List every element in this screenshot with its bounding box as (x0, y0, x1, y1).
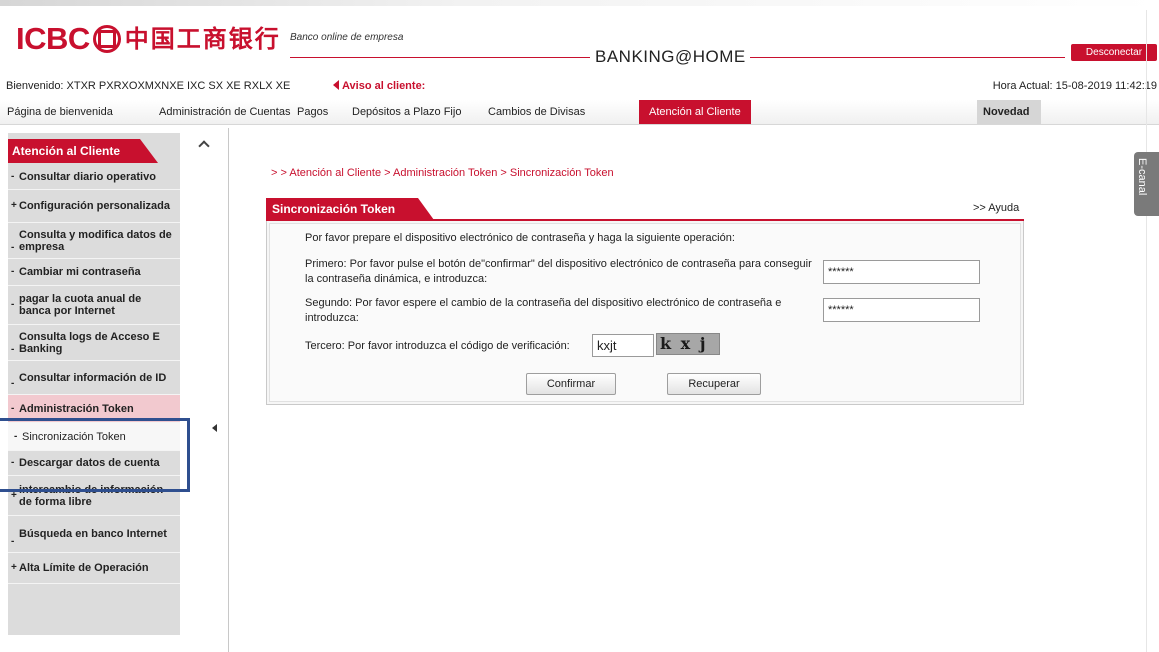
notice-arrow-icon (333, 80, 339, 90)
step1-text: Primero: Por favor pulse el botón de"con… (305, 258, 812, 285)
sidebar-toggle-arrow-icon[interactable] (212, 424, 217, 432)
sidebar-item-internet-bank-search[interactable]: - Búsqueda en banco Internet (8, 516, 180, 553)
sidebar-item-label: Cambiar mi contraseña (19, 266, 141, 278)
sidebar-item-label: Consulta y modifica datos de empresa (19, 228, 172, 253)
brand-divider-right (750, 57, 1065, 58)
sidebar-title: Atención al Cliente (8, 139, 158, 163)
step2-text: Segundo: Por favor espere el cambio de l… (305, 297, 782, 324)
help-link[interactable]: >> Ayuda (973, 202, 1019, 214)
confirm-button[interactable]: Confirmar (526, 373, 616, 395)
sidebar-item-label: Consultar diario operativo (19, 171, 156, 183)
sidebar-item-label: Configuración personalizada (19, 200, 170, 212)
novedad-tab[interactable]: Novedad (977, 100, 1041, 124)
sidebar-bullet: - (11, 299, 15, 310)
sidebar-item-annual-fee[interactable]: - pagar la cuota anual de banca por Inte… (8, 286, 180, 325)
sidebar-item-custom-settings[interactable]: + Configuración personalizada (8, 190, 180, 223)
nav-currency-exchange[interactable]: Cambios de Divisas (488, 100, 585, 124)
instructions-intro: Por favor prepare el dispositivo electró… (305, 232, 735, 244)
sidebar: Atención al Cliente - Consultar diario o… (8, 133, 180, 635)
nav-welcome-page[interactable]: Página de bienvenida (7, 100, 113, 124)
brand-divider-left (290, 57, 590, 58)
sidebar-header: Atención al Cliente (8, 133, 180, 163)
sidebar-menu: - Consultar diario operativo + Configura… (8, 165, 180, 584)
dynamic-password-field-1[interactable] (823, 260, 980, 284)
panel-title: Sincronización Token (266, 198, 434, 220)
highlight-box (0, 418, 190, 492)
welcome-text: Bienvenido: XTXR PXRXOXMXNXE IXC SX XE R… (6, 80, 291, 92)
recover-button[interactable]: Recuperar (667, 373, 761, 395)
e-canal-tab[interactable]: E-canal (1134, 152, 1159, 216)
sidebar-item-label: pagar la cuota anual de banca por Intern… (19, 293, 142, 317)
customer-notice-label: Aviso al cliente: (342, 80, 426, 92)
logo-chinese-name: 中国工商银行 (124, 25, 281, 53)
right-edge-frame (1146, 10, 1159, 652)
sidebar-item-operation-limit[interactable]: + Alta Límite de Operación (8, 553, 180, 584)
step3-text: Tercero: Por favor introduzca el código … (305, 340, 570, 352)
chevron-up-icon[interactable] (199, 141, 209, 149)
sidebar-item-id-information[interactable]: - Consultar información de ID (8, 361, 180, 395)
info-bar: Bienvenido: XTXR PXRXOXMXNXE IXC SX XE R… (0, 80, 1159, 96)
sidebar-item-company-data[interactable]: - Consulta y modifica datos de empresa (8, 223, 180, 259)
sidebar-item-label: Administración Token (19, 402, 134, 415)
top-stripe (0, 0, 1159, 6)
nav-payments[interactable]: Pagos (297, 100, 328, 124)
nav-account-administration[interactable]: Administración de Cuentas (159, 100, 290, 124)
sidebar-item-label: Alta Límite de Operación (19, 562, 149, 574)
header: ICBC 中国工商银行 Banco online de empresa BANK… (0, 0, 1159, 78)
logout-button[interactable]: Desconectar (1071, 44, 1157, 61)
expand-plus-icon: + (11, 200, 17, 211)
sidebar-bullet: - (11, 242, 15, 253)
verification-code-input[interactable] (592, 334, 654, 357)
captcha-image[interactable]: k x j t (656, 333, 720, 355)
current-time: Hora Actual: 15-08-2019 11:42:19 (992, 80, 1157, 92)
icbc-logo: ICBC 中国工商银行 (16, 22, 281, 56)
nav-customer-service[interactable]: Atención al Cliente (639, 100, 751, 124)
sidebar-item-label: Consulta logs de Acceso E Banking (19, 330, 160, 355)
expand-plus-icon: + (11, 562, 17, 573)
sidebar-item-label: Consultar información de ID (19, 371, 167, 384)
collapse-minus-icon: - (11, 402, 15, 414)
sidebar-item-label: Búsqueda en banco Internet (19, 528, 167, 540)
sidebar-item-access-logs[interactable]: - Consulta logs de Acceso E Banking (8, 325, 180, 361)
top-navigation: Página de bienvenida Administración de C… (0, 100, 1159, 125)
sidebar-bullet: - (11, 344, 15, 355)
sidebar-item-operational-journal[interactable]: - Consultar diario operativo (8, 165, 180, 190)
tagline: Banco online de empresa (290, 32, 404, 43)
brand-title: BANKING@HOME (595, 47, 746, 66)
customer-notice-link[interactable]: Aviso al cliente: (333, 80, 425, 92)
logo-wordmark: ICBC (16, 21, 90, 56)
breadcrumb[interactable]: > > Atención al Cliente > Administración… (271, 167, 614, 179)
sidebar-bullet: - (11, 171, 15, 182)
dynamic-password-field-2[interactable] (823, 298, 980, 322)
nav-fixed-deposits[interactable]: Depósitos a Plazo Fijo (352, 100, 461, 124)
content-divider (228, 128, 229, 652)
e-canal-label: E-canal (1136, 158, 1148, 196)
sidebar-bullet: - (11, 536, 15, 547)
sidebar-bullet: - (11, 266, 15, 277)
icbc-emblem-icon (92, 25, 121, 53)
sidebar-bullet: - (11, 378, 15, 389)
sidebar-item-change-password[interactable]: - Cambiar mi contraseña (8, 259, 180, 286)
